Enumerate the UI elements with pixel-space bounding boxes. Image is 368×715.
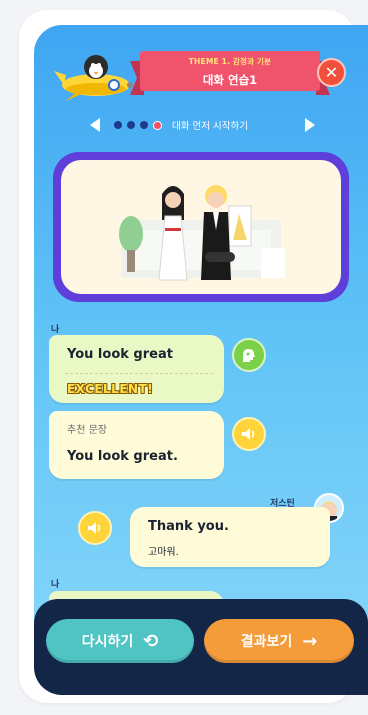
- partner-message-text: Thank you.: [148, 519, 229, 534]
- speaker-me-label: 나: [51, 325, 60, 335]
- my-message-text: You look great: [67, 347, 173, 362]
- step-navigator: 대화 먼저 시작하기: [90, 115, 315, 137]
- close-button[interactable]: ✕: [317, 58, 346, 87]
- arrow-right-icon: →: [302, 630, 318, 652]
- view-result-button[interactable]: 결과보기 →: [204, 619, 354, 663]
- speaker-me-label: 나: [51, 580, 60, 590]
- speaker-icon: [88, 522, 101, 534]
- step-dot-active: [153, 120, 162, 130]
- prev-step-icon[interactable]: [90, 118, 100, 132]
- speaker-icon: [242, 428, 255, 440]
- lesson-title: 대화 연습1: [202, 73, 258, 87]
- partner-message-translation: 고마워.: [148, 547, 179, 558]
- play-audio-button[interactable]: [78, 511, 112, 545]
- record-speak-button[interactable]: [232, 338, 266, 372]
- recommended-text: You look great.: [67, 449, 178, 464]
- step-dot: [114, 121, 122, 129]
- lesson-screen: THEME 1. 감정과 기분 대화 연습1 ✕ 대화 먼저 시작하기 나 Yo…: [34, 25, 368, 695]
- refresh-icon: ⟲: [143, 630, 159, 652]
- recommended-bubble: 추천 문장 You look great.: [49, 411, 224, 479]
- lesson-title-banner: THEME 1. 감정과 기분 대화 연습1: [130, 47, 330, 99]
- step-dot: [140, 121, 148, 129]
- play-audio-button[interactable]: [232, 417, 266, 451]
- theme-label: THEME 1. 감정과 기분: [188, 57, 272, 66]
- retry-button[interactable]: 다시하기 ⟲: [46, 619, 194, 663]
- next-step-icon[interactable]: [305, 118, 315, 132]
- retry-label: 다시하기: [81, 634, 134, 650]
- step-dot: [127, 121, 135, 129]
- divider: [65, 373, 213, 374]
- speaking-head-icon: [243, 349, 255, 362]
- partner-message-bubble: Thank you. 고마워.: [130, 507, 330, 567]
- recommended-label: 추천 문장: [67, 425, 107, 436]
- my-message-bubble: You look great EXCELLENT!: [49, 335, 224, 403]
- close-icon: ✕: [324, 63, 339, 82]
- plane-mascot-icon: [50, 45, 140, 103]
- rating-badge: EXCELLENT!: [67, 382, 154, 396]
- scene-frame: [53, 152, 349, 302]
- result-label: 결과보기: [240, 634, 293, 650]
- scene-illustration: [61, 160, 341, 294]
- bottom-action-bar: 다시하기 ⟲ 결과보기 →: [34, 599, 368, 695]
- step-label: 대화 먼저 시작하기: [172, 121, 248, 132]
